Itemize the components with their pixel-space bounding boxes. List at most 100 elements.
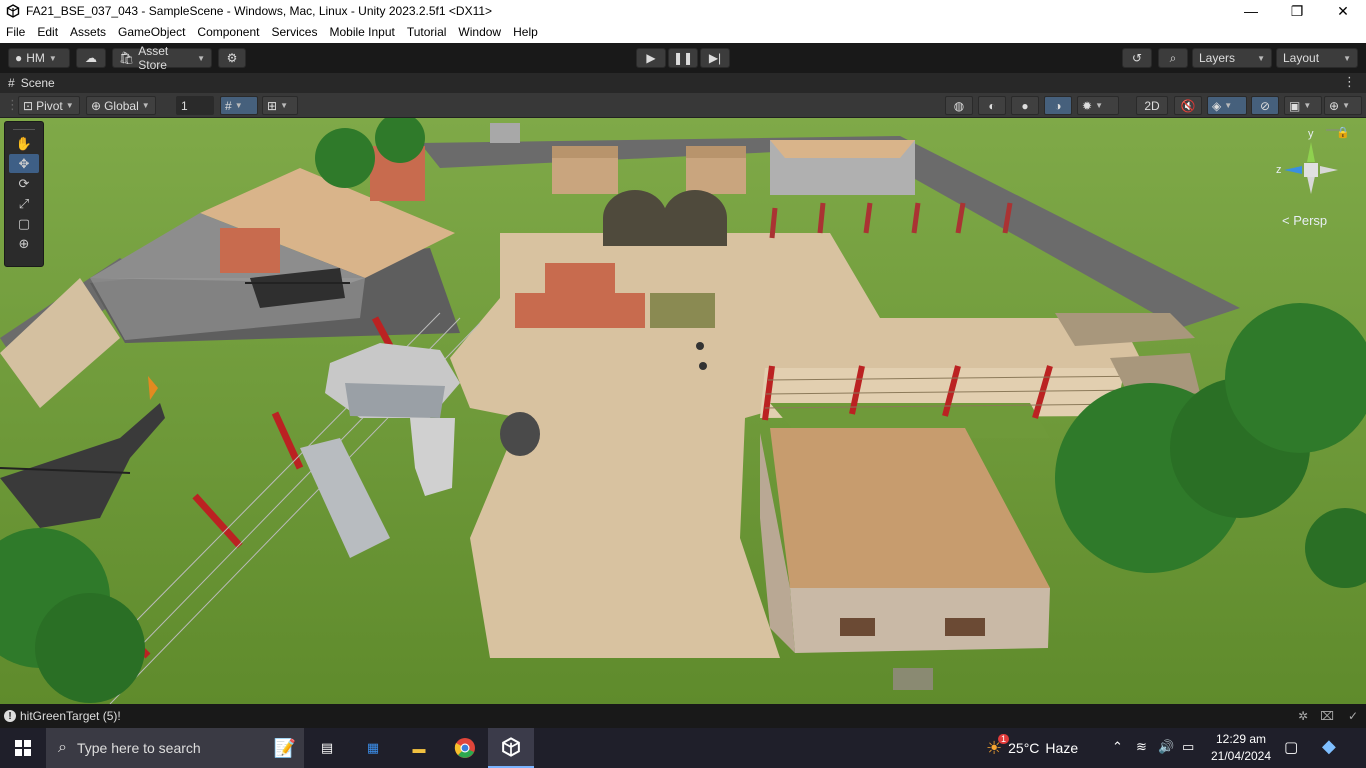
menu-services[interactable]: Services	[265, 22, 323, 43]
asset-store-dropdown[interactable]: 🛍 Asset Store ▼	[112, 44, 212, 72]
unity-app[interactable]	[488, 728, 534, 768]
eye-off-icon: ⊘	[1259, 98, 1271, 113]
pivot-dropdown[interactable]: ⊡ Pivot ▼	[18, 96, 80, 115]
info-icon: !	[4, 710, 16, 722]
weather-temp: 25°C	[1008, 740, 1040, 756]
menu-gameobject[interactable]: GameObject	[112, 22, 191, 43]
menu-mobile-input[interactable]: Mobile Input	[323, 22, 400, 43]
rotate-icon: ⟳	[18, 175, 30, 191]
hand-tool[interactable]: ✋	[9, 134, 39, 153]
more-options-icon[interactable]: ⋮	[1343, 74, 1356, 90]
menu-edit[interactable]: Edit	[31, 22, 64, 43]
menu-assets[interactable]: Assets	[64, 22, 112, 43]
effects-dropdown[interactable]: ✹ ▼	[1077, 96, 1119, 115]
rotate-tool[interactable]: ⟳	[9, 174, 39, 193]
global-dropdown[interactable]: ⊕ Global ▼	[86, 96, 156, 115]
step-button[interactable]: ▶|	[700, 48, 730, 68]
visibility-toggle[interactable]: ⊘	[1251, 96, 1279, 115]
shaded-wireframe-button[interactable]: ◐	[978, 96, 1006, 115]
close-button[interactable]: ✕	[1320, 0, 1366, 22]
lighting-button[interactable]: ◑	[1044, 96, 1072, 115]
shaded-button[interactable]: ●	[1011, 96, 1039, 115]
grid-snap-toggle[interactable]: # ▼	[220, 96, 258, 115]
taskbar-search-box[interactable]: ⌕ Type here to search 📝	[46, 728, 304, 768]
package-button[interactable]: ⚙	[218, 48, 246, 68]
transform-tool[interactable]: ⊕	[9, 234, 39, 253]
status-message[interactable]: hitGreenTarget (5)!	[20, 709, 121, 723]
grid-size-field[interactable]: 1	[176, 96, 214, 115]
pivot-label: Pivot	[36, 98, 63, 113]
audio-toggle[interactable]: 🔇	[1174, 96, 1202, 115]
minimize-icon: —	[1244, 3, 1258, 19]
menu-file[interactable]: File	[0, 22, 31, 43]
fx-toggle[interactable]: ◈ ▼	[1207, 96, 1247, 115]
layout-dropdown[interactable]: Layout ▼	[1276, 48, 1358, 68]
play-button[interactable]: ▶	[636, 48, 666, 68]
bug-icon[interactable]: ✲	[1298, 709, 1308, 723]
layers-label: Layers	[1199, 51, 1236, 65]
draw-mode-button[interactable]: ◍	[945, 96, 973, 115]
gizmos-dropdown[interactable]: ⊕ ▼	[1324, 96, 1362, 115]
account-dropdown[interactable]: ● HM ▼	[8, 48, 70, 68]
layers-dropdown[interactable]: Layers ▼	[1192, 48, 1272, 68]
menu-tutorial[interactable]: Tutorial	[401, 22, 453, 43]
scene-viewport[interactable]	[0, 118, 1366, 704]
volume-icon[interactable]: 🔊	[1158, 739, 1174, 755]
grid-size-value: 1	[181, 98, 188, 113]
menu-window[interactable]: Window	[452, 22, 507, 43]
search-icon: ⌕	[58, 739, 67, 756]
cloud-button[interactable]: ☁	[76, 48, 106, 68]
store-app[interactable]: ▦	[350, 728, 396, 768]
progress-icon[interactable]: ⌧	[1320, 709, 1334, 723]
copilot-icon[interactable]: ◆	[1322, 736, 1336, 757]
pause-button[interactable]: ❚❚	[668, 48, 698, 68]
chevron-down-icon: ▼	[1095, 101, 1103, 110]
chrome-app[interactable]	[442, 728, 488, 768]
chrome-icon	[454, 738, 475, 758]
file-explorer-app[interactable]: ▬	[396, 728, 442, 768]
clock-time: 12:29 am	[1215, 732, 1267, 746]
shaded-sphere-icon: ●	[1021, 98, 1029, 113]
scene-toolbar: ⋮ ⊡ Pivot ▼ ⊕ Global ▼ 1 # ▼ ⊞ ▼ ◍ ◐ ● ◑…	[0, 93, 1366, 118]
minimize-button[interactable]: —	[1228, 0, 1274, 22]
tab-scene[interactable]: # Scene	[0, 73, 63, 93]
pivot-icon: ⊡	[23, 98, 34, 113]
increment-snap-button[interactable]: ⊞ ▼	[262, 96, 298, 115]
restore-icon: ❐	[1290, 2, 1304, 19]
start-button[interactable]	[0, 728, 46, 768]
chevron-down-icon: ▼	[1257, 53, 1265, 63]
rect-tool[interactable]: ▢	[9, 214, 39, 233]
lock-icon[interactable]: 🔒	[1336, 126, 1350, 139]
notifications-icon[interactable]: ▢	[1284, 738, 1298, 756]
weather-desc: Haze	[1045, 740, 1079, 756]
history-button[interactable]: ↺	[1122, 48, 1152, 68]
hand-icon: ✋	[15, 135, 33, 151]
move-tool[interactable]: ✥	[9, 154, 39, 173]
palette-drag-handle[interactable]	[13, 124, 35, 130]
search-button[interactable]: ⌕	[1158, 48, 1188, 68]
restore-button[interactable]: ❐	[1274, 0, 1320, 22]
menu-help[interactable]: Help	[507, 22, 544, 43]
clock[interactable]: 12:29 am 21/04/2024	[1208, 731, 1274, 765]
2d-label: 2D	[1144, 98, 1160, 113]
tab-scene-label: Scene	[20, 76, 55, 90]
scale-icon: ⤢	[18, 195, 30, 211]
gizmos-icon: ⊕	[1329, 98, 1340, 113]
2d-toggle[interactable]: 2D	[1136, 96, 1168, 115]
scale-tool[interactable]: ⤢	[9, 194, 39, 213]
cloud-icon: ☁	[85, 51, 97, 65]
unity-logo-icon	[6, 4, 20, 18]
chevron-up-icon[interactable]: ⌃	[1112, 739, 1123, 755]
weather-widget[interactable]: ☀ 1 25°C Haze	[986, 728, 1078, 768]
shaded-wireframe-icon: ◐	[988, 98, 996, 113]
windows-taskbar: ⌕ Type here to search 📝 ▤ ▦ ▬ ☀ 1 25°C Ha…	[0, 728, 1366, 768]
battery-icon[interactable]: ▭	[1182, 739, 1194, 755]
camera-dropdown[interactable]: ▣ ▼	[1284, 96, 1322, 115]
menu-component[interactable]: Component	[191, 22, 265, 43]
projection-toggle[interactable]: < Persp	[1282, 213, 1327, 228]
task-view-button[interactable]: ▤	[304, 728, 350, 768]
wifi-icon[interactable]: ≋	[1136, 739, 1147, 755]
grid-icon: #	[8, 76, 15, 90]
check-icon[interactable]: ✓	[1348, 709, 1358, 723]
globe-icon: ⊕	[91, 98, 102, 113]
